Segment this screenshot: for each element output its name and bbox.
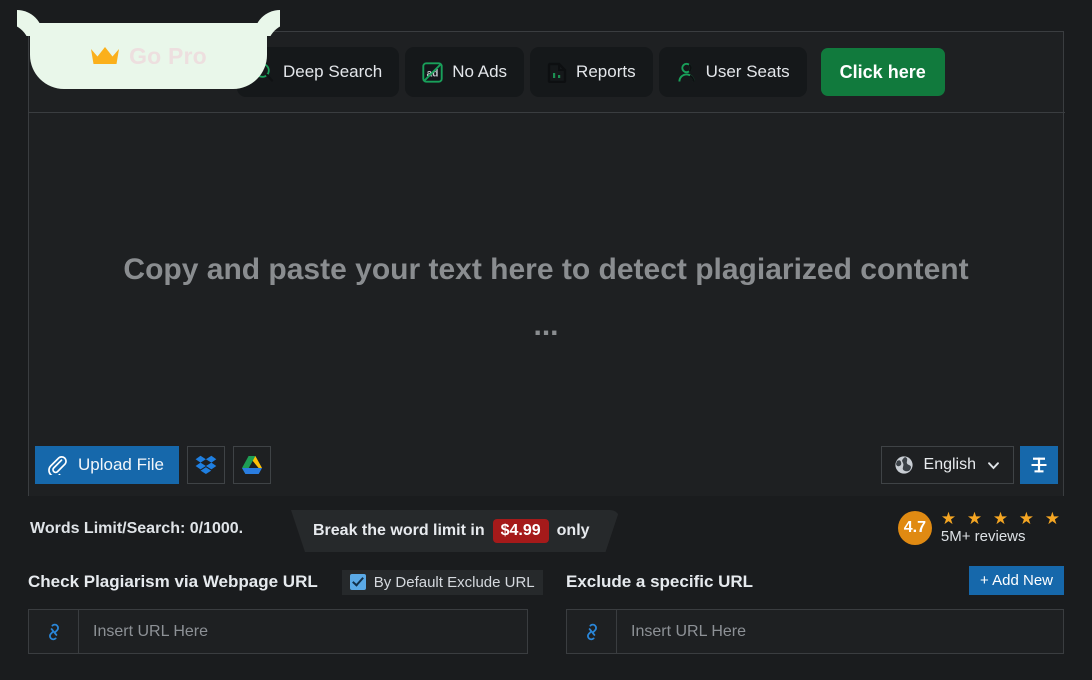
editor-placeholder-text: Copy and paste your text here to detect … <box>123 253 969 342</box>
language-selector[interactable]: English <box>880 446 1014 484</box>
limit-row: Words Limit/Search: 0/1000. Break the wo… <box>28 510 1064 556</box>
words-limit-text: Words Limit/Search: 0/1000. <box>30 520 244 537</box>
link-icon <box>48 623 59 640</box>
tab-no-ads[interactable]: ad No Ads <box>405 47 525 97</box>
exclude-url-checkbox[interactable]: By Default Exclude URL <box>341 569 543 595</box>
rating-stars: ★ ★ ★ ★ ★ <box>940 509 1063 528</box>
dropbox-button[interactable] <box>187 446 225 484</box>
checkbox-indicator[interactable] <box>349 574 366 590</box>
tab-reports-label: Reports <box>576 62 636 81</box>
add-new-button[interactable]: + Add New <box>969 566 1064 595</box>
user-icon <box>678 62 695 82</box>
plagiarism-checker-panel: Go Pro Deep Search ad No Ads Reports Use… <box>28 23 1065 496</box>
link-icon <box>586 623 597 640</box>
report-file-icon <box>547 62 567 83</box>
click-here-button[interactable]: Click here <box>820 48 945 96</box>
tab-user-seats-label: User Seats <box>705 62 790 81</box>
chevron-down-icon <box>988 461 999 469</box>
google-drive-button[interactable] <box>233 446 271 484</box>
rating-reviews-count: 5M+ reviews <box>940 528 1026 545</box>
rating-score: 4.7 <box>897 511 932 545</box>
tab-deep-search-label: Deep Search <box>283 62 383 81</box>
go-pro-label: Go Pro <box>129 42 207 69</box>
google-drive-icon <box>242 456 262 474</box>
go-pro-tab[interactable]: Go Pro <box>30 23 267 89</box>
link-icon-cell <box>567 610 617 653</box>
crown-icon <box>91 47 120 64</box>
exclude-url-header: Exclude a specific URL + Add New <box>566 566 1064 596</box>
language-value: English <box>923 456 976 473</box>
webpage-url-header: Check Plagiarism via Webpage URL By Defa… <box>28 568 543 596</box>
upload-file-button[interactable]: Upload File <box>35 446 179 484</box>
paperclip-icon <box>48 456 67 475</box>
globe-icon <box>894 456 913 474</box>
break-word-limit-promo[interactable]: Break the word limit in $4.99 only <box>279 510 620 552</box>
top-tab-bar: Go Pro Deep Search ad No Ads Reports Use… <box>29 23 1065 113</box>
tab-user-seats[interactable]: User Seats <box>658 47 807 97</box>
promo-prefix: Break the word limit in <box>313 522 485 539</box>
exclude-url-checkbox-label: By Default Exclude URL <box>373 573 535 591</box>
editor-right-toolbar: English <box>880 446 1058 484</box>
webpage-url-section: Check Plagiarism via Webpage URL By Defa… <box>28 568 543 654</box>
url-sections: Check Plagiarism via Webpage URL By Defa… <box>28 566 1064 654</box>
webpage-url-input[interactable] <box>79 610 527 653</box>
exclude-url-input[interactable] <box>617 610 1063 653</box>
upload-file-label: Upload File <box>78 455 164 474</box>
link-icon-cell <box>29 610 79 653</box>
tab-no-ads-label: No Ads <box>452 62 508 81</box>
dropbox-icon <box>195 455 217 474</box>
exclude-url-title: Exclude a specific URL <box>566 572 754 591</box>
promo-price-badge: $4.99 <box>493 519 549 543</box>
tab-reports[interactable]: Reports <box>530 47 653 97</box>
text-format-button[interactable] <box>1020 446 1058 484</box>
exclude-url-input-row[interactable] <box>566 609 1064 654</box>
promo-suffix: only <box>556 522 590 539</box>
rating-details: ★ ★ ★ ★ ★ 5M+ reviews <box>941 510 1063 546</box>
text-format-icon <box>1031 457 1047 473</box>
exclude-url-section: Exclude a specific URL + Add New <box>566 566 1064 654</box>
no-ads-icon: ad <box>422 61 443 83</box>
text-editor-area[interactable]: Copy and paste your text here to detect … <box>29 114 1063 496</box>
editor-left-toolbar: Upload File <box>35 446 271 484</box>
webpage-url-title: Check Plagiarism via Webpage URL <box>28 572 318 591</box>
rating-widget: 4.7 ★ ★ ★ ★ ★ 5M+ reviews <box>897 510 1063 546</box>
webpage-url-input-row[interactable] <box>28 609 528 654</box>
